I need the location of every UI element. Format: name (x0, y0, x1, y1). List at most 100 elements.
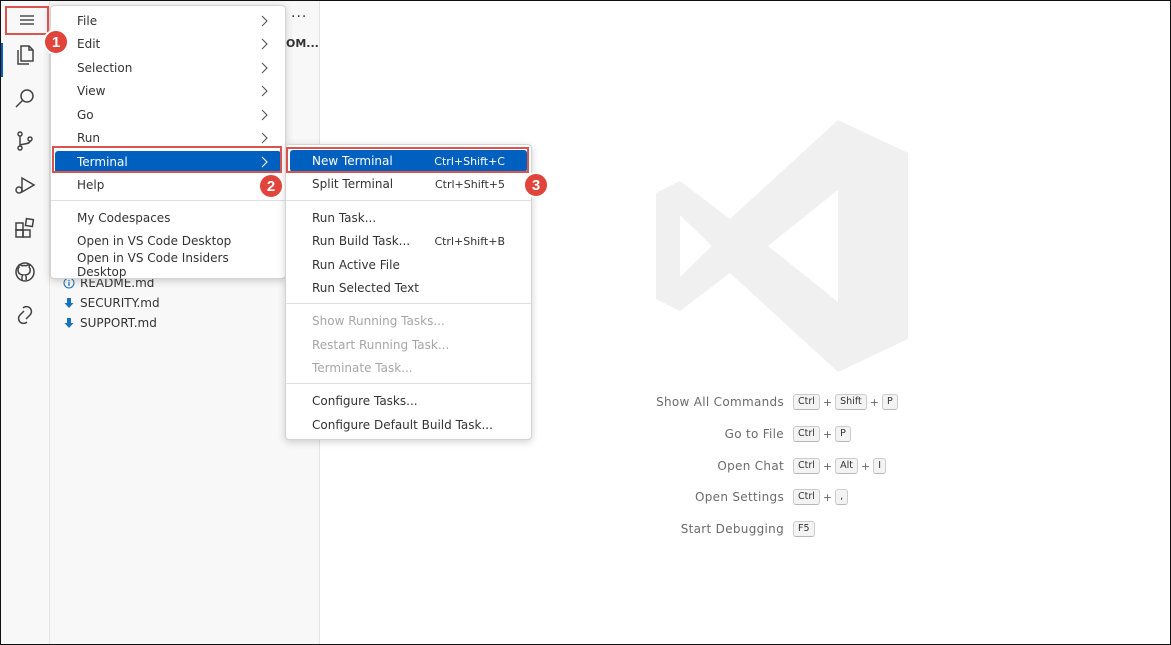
extensions-button[interactable] (1, 210, 49, 250)
menu-button[interactable] (5, 6, 49, 36)
shortcut-go-to-file: Go to File Ctrl + P (560, 426, 960, 444)
search-icon (13, 87, 37, 115)
menu-item-shortcut: Ctrl+Shift+B (434, 234, 505, 248)
shortcut-label: Show All Commands (656, 395, 784, 409)
shortcut-label: Start Debugging (680, 522, 784, 536)
file-name: SECURITY.md (80, 296, 160, 310)
menu-item-split-terminal[interactable]: Split Terminal Ctrl+Shift+5 (290, 173, 527, 195)
menu-item-open-vscode-desktop[interactable]: Open in VS Code Desktop (55, 230, 281, 252)
markdown-arrow-icon (63, 297, 75, 309)
activity-bar (1, 1, 50, 644)
menu-item-go[interactable]: Go (55, 104, 281, 126)
shortcut-label: Go to File (724, 427, 784, 441)
chevron-right-icon (261, 132, 268, 144)
menu-item-label: Terminal (77, 155, 128, 169)
key: P (881, 394, 898, 410)
menu-item-label: Edit (77, 37, 101, 51)
menu-item-show-running-tasks: Show Running Tasks... (290, 310, 527, 332)
menu-item-restart-running-task: Restart Running Task... (290, 334, 527, 356)
menu-item-file[interactable]: File (55, 10, 281, 32)
explorer-button[interactable] (1, 37, 49, 77)
key: Shift (835, 394, 867, 410)
key: Ctrl (793, 489, 820, 505)
key: Ctrl (793, 394, 820, 410)
menu-item-label: Configure Default Build Task... (312, 418, 493, 432)
chevron-right-icon (261, 109, 268, 121)
menu-separator (286, 200, 531, 201)
menu-item-run-active-file[interactable]: Run Active File (290, 254, 527, 276)
menu-item-label: Terminate Task... (312, 361, 413, 375)
key-combo: Ctrl + Alt + I (793, 458, 887, 474)
chevron-right-icon (261, 85, 268, 97)
menu-item-open-vscode-insiders[interactable]: Open in VS Code Insiders Desktop (55, 251, 281, 279)
key: F5 (793, 521, 815, 537)
menu-icon (18, 12, 36, 31)
shortcut-open-chat: Open Chat Ctrl + Alt + I (560, 458, 960, 476)
live-share-icon (13, 303, 37, 331)
shortcut-label: Open Settings (695, 490, 784, 504)
extensions-icon (13, 216, 37, 244)
chevron-right-icon (261, 62, 268, 74)
key: P (835, 426, 851, 442)
file-name: SUPPORT.md (80, 316, 157, 330)
menu-item-shortcut: Ctrl+Shift+C (434, 154, 505, 168)
key-combo: F5 (793, 521, 815, 537)
key-combo: Ctrl + Shift + P (793, 394, 898, 410)
key-combo: Ctrl + P (793, 426, 851, 442)
live-share-button[interactable] (1, 297, 49, 337)
menu-item-terminate-task: Terminate Task... (290, 357, 527, 379)
key: Ctrl (793, 426, 820, 442)
search-button[interactable] (1, 81, 49, 121)
menu-item-label: Help (77, 178, 105, 192)
menu-item-shortcut: Ctrl+Shift+5 (434, 177, 505, 191)
step-badge-3: 3 (523, 172, 549, 198)
menu-separator (51, 200, 285, 201)
key: I (873, 458, 887, 474)
menu-item-configure-tasks[interactable]: Configure Tasks... (290, 390, 527, 412)
chevron-right-icon (261, 15, 268, 27)
menu-item-label: View (77, 84, 106, 98)
menu-separator (286, 303, 531, 304)
menu-item-edit[interactable]: Edit (55, 33, 281, 55)
github-button[interactable] (1, 254, 49, 294)
menu-separator (286, 383, 531, 384)
menu-item-label: Open in VS Code Insiders Desktop (77, 251, 229, 279)
menu-item-help[interactable]: Help (55, 174, 281, 196)
menu-item-terminal[interactable]: Terminal (55, 151, 281, 173)
menu-item-label: Split Terminal (312, 177, 394, 191)
menu-item-label: Selection (77, 61, 133, 75)
menu-item-configure-default-build-task[interactable]: Configure Default Build Task... (290, 414, 527, 436)
shortcut-show-all-commands: Show All Commands Ctrl + Shift + P (560, 394, 960, 412)
menu-item-label: Run (77, 131, 101, 145)
menu-item-selection[interactable]: Selection (55, 57, 281, 79)
key-combo: Ctrl + , (793, 489, 849, 505)
menu-item-view[interactable]: View (55, 80, 281, 102)
more-actions-button[interactable]: ··· (291, 9, 307, 25)
file-item-security[interactable]: SECURITY.md (63, 294, 160, 312)
menu-item-my-codespaces[interactable]: My Codespaces (55, 207, 281, 229)
source-control-button[interactable] (1, 123, 49, 163)
run-debug-icon (13, 173, 37, 201)
menu-item-label: Show Running Tasks... (312, 314, 445, 328)
run-debug-button[interactable] (1, 167, 49, 207)
file-item-support[interactable]: SUPPORT.md (63, 314, 157, 332)
sidebar-title-truncated: OM... (286, 37, 319, 50)
source-control-icon (13, 129, 37, 157)
chevron-right-icon (261, 38, 268, 50)
menu-item-label: Restart Running Task... (312, 338, 450, 352)
shortcut-start-debugging: Start Debugging F5 (560, 521, 960, 539)
menu-item-run-task[interactable]: Run Task... (290, 207, 527, 229)
menu-item-label: New Terminal (312, 154, 393, 168)
menu-item-label: Run Task... (312, 211, 377, 225)
shortcut-open-settings: Open Settings Ctrl + , (560, 489, 960, 507)
menu-item-run-selected-text[interactable]: Run Selected Text (290, 277, 527, 299)
menu-item-run-build-task[interactable]: Run Build Task... Ctrl+Shift+B (290, 230, 527, 252)
explorer-icon (13, 43, 37, 71)
step-badge-2: 2 (258, 173, 284, 199)
menu-item-label: Go (77, 108, 94, 122)
menu-item-label: File (77, 14, 98, 28)
markdown-arrow-icon (63, 317, 75, 329)
key: Ctrl (793, 458, 820, 474)
menu-item-new-terminal[interactable]: New Terminal Ctrl+Shift+C (290, 150, 527, 172)
menu-item-run[interactable]: Run (55, 127, 281, 149)
